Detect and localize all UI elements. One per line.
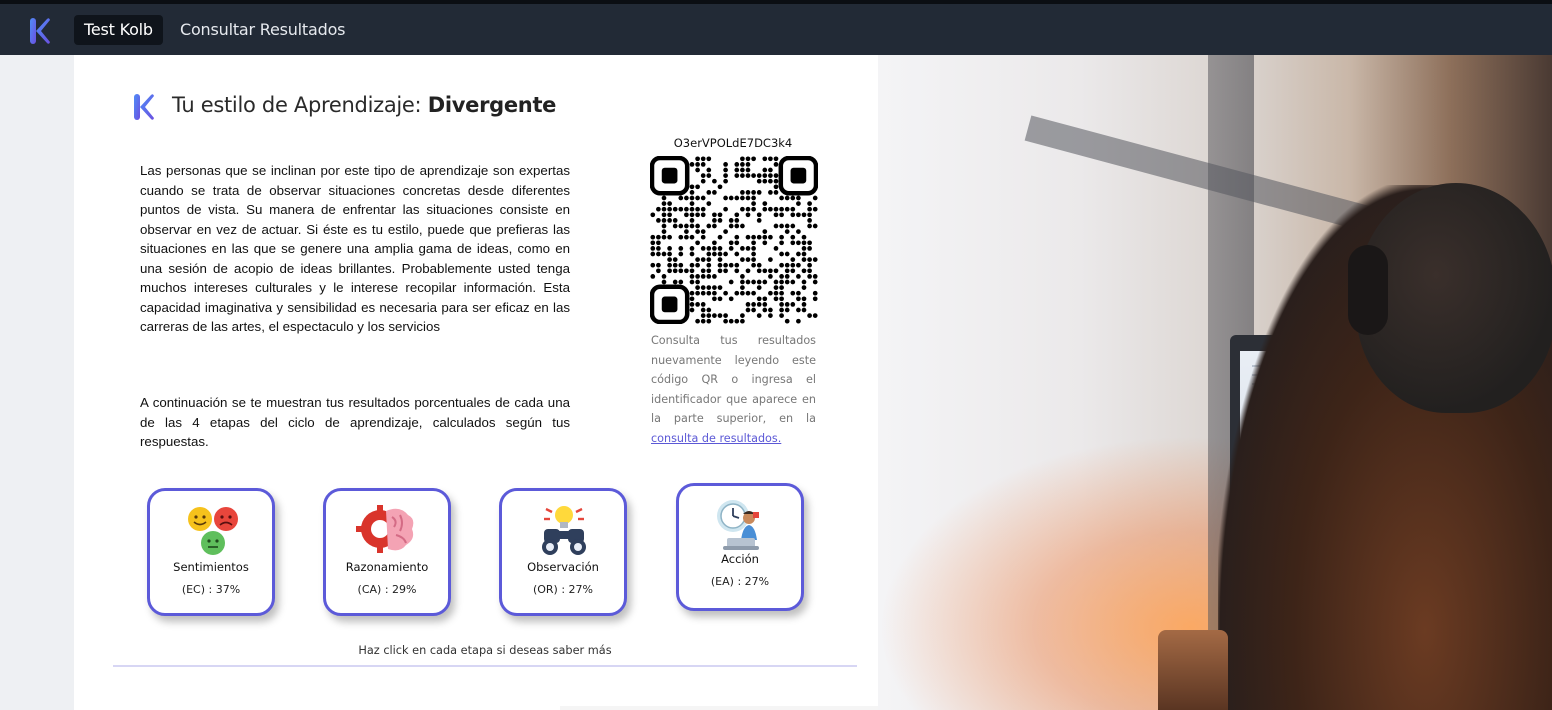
learning-style-name: Divergente xyxy=(427,93,557,117)
results-card: Tu estilo de Aprendizaje: Divergente Las… xyxy=(74,55,878,710)
stage-percent: (EC) : 37% xyxy=(181,583,241,596)
background-photo xyxy=(878,55,1552,710)
stage-name: Razonamiento xyxy=(345,560,429,574)
stage-name: Acción xyxy=(721,552,759,566)
top-navbar: Test Kolb Consultar Resultados xyxy=(0,0,1552,55)
stage-percent: (EA) : 27% xyxy=(710,575,770,588)
binoculars-lightbulb-icon xyxy=(542,506,586,555)
stage-percent: (OR) : 27% xyxy=(532,583,594,596)
title-prefix: Tu estilo de Aprendizaje: xyxy=(172,93,428,117)
stage-card-observacion[interactable]: Observación (OR) : 27% xyxy=(499,488,627,616)
kolb-logo-icon xyxy=(134,94,154,120)
qr-code-icon xyxy=(650,156,818,324)
stage-card-accion[interactable]: Acción (EA) : 27% xyxy=(676,483,804,611)
consulta-resultados-link[interactable]: consulta de resultados. xyxy=(651,432,781,445)
qr-instructions: Consulta tus resultados nuevamente leyen… xyxy=(651,331,816,448)
stage-hint: Haz click en cada etapa si deseas saber … xyxy=(358,644,612,657)
cup-image xyxy=(1158,630,1228,710)
page-title: Tu estilo de Aprendizaje: Divergente xyxy=(172,93,556,117)
stage-name: Sentimientos xyxy=(173,560,249,574)
result-identifier: O3erVPOLdE7DC3k4 xyxy=(673,136,793,150)
headphone-image xyxy=(1348,245,1388,335)
brain-gear-icon xyxy=(356,505,414,553)
stage-card-razonamiento[interactable]: Razonamiento (CA) : 29% xyxy=(323,488,451,616)
qr-instructions-text: Consulta tus resultados nuevamente leyen… xyxy=(651,334,816,425)
tab-consultar-resultados[interactable]: Consultar Resultados xyxy=(170,15,355,45)
emoji-faces-icon xyxy=(188,507,238,555)
percent-intro: A continuación se te muestran tus result… xyxy=(140,395,570,449)
style-description: Las personas que se inclinan por este ti… xyxy=(140,163,570,334)
divider xyxy=(113,665,857,667)
divider xyxy=(560,706,878,710)
tab-test-kolb[interactable]: Test Kolb xyxy=(74,15,163,45)
stage-percent: (CA) : 29% xyxy=(357,583,417,596)
stage-name: Observación xyxy=(527,560,599,574)
stage-card-sentimientos[interactable]: Sentimientos (EC) : 37% xyxy=(147,488,275,616)
person-laptop-clock-icon xyxy=(717,500,759,550)
kolb-logo-icon[interactable] xyxy=(28,16,52,46)
